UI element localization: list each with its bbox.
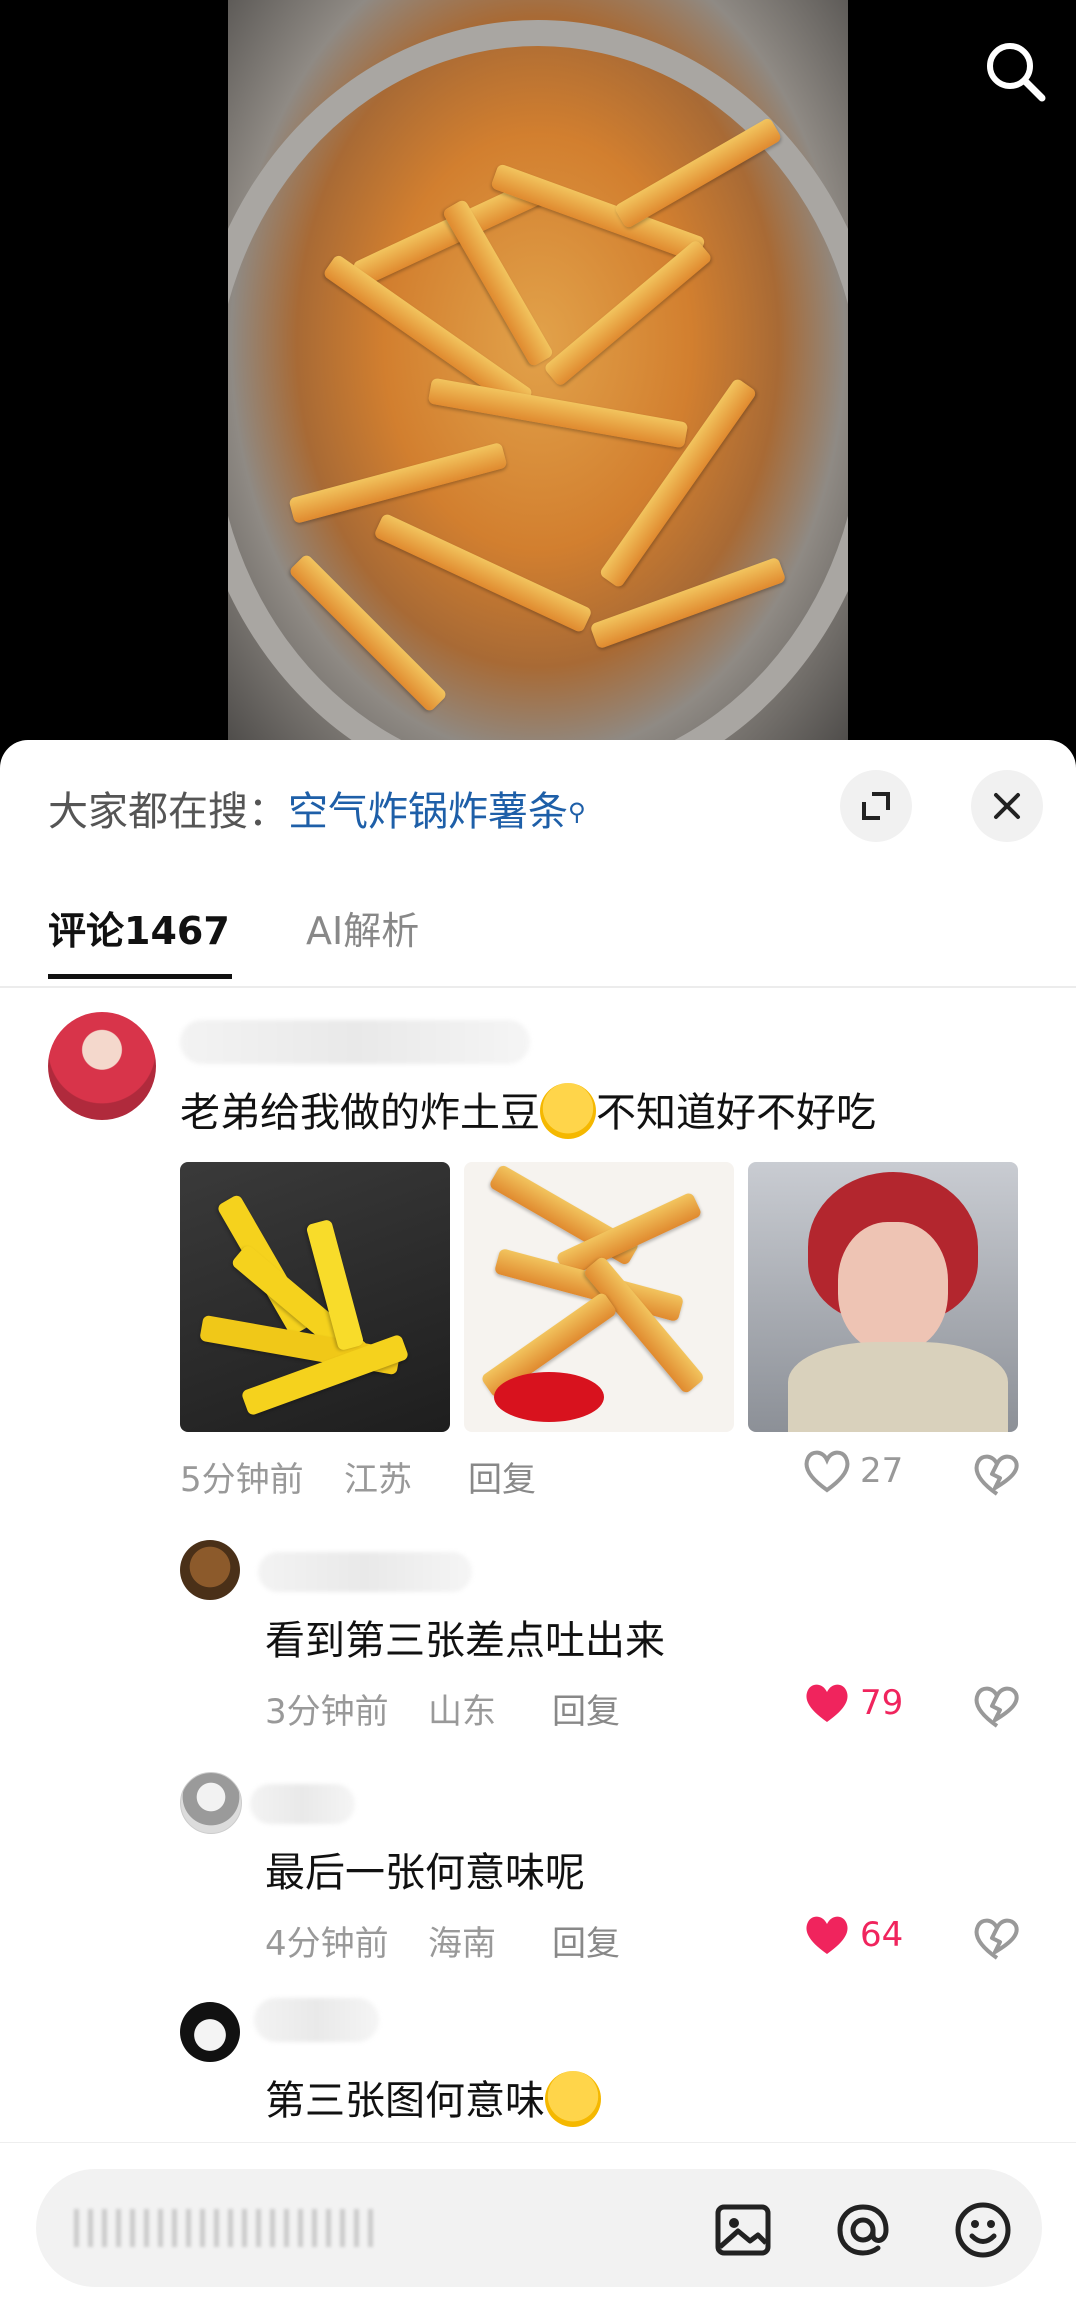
emoji-icon[interactable]	[948, 2195, 1018, 2265]
username-blurred[interactable]	[254, 1998, 379, 2042]
heart-icon	[804, 1450, 850, 1493]
trending-search: 大家都在搜：空气炸锅炸薯条⚲	[48, 782, 586, 842]
comment-location: 江苏	[344, 1460, 412, 1500]
crying-emoji-icon	[545, 2071, 601, 2127]
heart-icon	[806, 1916, 848, 1954]
like-button[interactable]: 79	[802, 1680, 903, 1726]
like-button[interactable]: 64	[802, 1912, 903, 1958]
reply-time: 4分钟前	[265, 1924, 389, 1964]
close-button[interactable]	[971, 770, 1043, 842]
trending-search-keyword[interactable]: 空气炸锅炸薯条	[288, 789, 568, 835]
avatar[interactable]	[180, 1540, 240, 1600]
reply-location: 海南	[428, 1924, 496, 1964]
comment-input-bar	[0, 2142, 1076, 2313]
username-blurred[interactable]	[180, 1020, 530, 1064]
comment-image-fries-pan[interactable]	[180, 1162, 450, 1432]
like-count: 64	[860, 1915, 904, 1955]
username-blurred[interactable]	[258, 1552, 472, 1592]
tab-underline	[48, 974, 232, 979]
trending-search-prefix: 大家都在搜：	[48, 789, 288, 835]
broken-heart-icon[interactable]	[972, 1450, 1022, 1500]
reply-location: 山东	[428, 1692, 496, 1732]
at-icon[interactable]	[828, 2195, 898, 2265]
like-count: 79	[860, 1683, 904, 1723]
reply-button[interactable]: 回复	[468, 1452, 536, 1501]
image-icon[interactable]	[708, 2195, 778, 2265]
like-button[interactable]: 27	[802, 1448, 903, 1494]
comment-text: 老弟给我做的炸土豆 不知道好不好吃	[180, 1080, 876, 1143]
reply-time: 3分钟前	[265, 1692, 389, 1732]
like-count: 27	[860, 1451, 904, 1491]
comment-time: 5分钟前	[180, 1460, 304, 1500]
avatar[interactable]	[180, 1772, 242, 1834]
divider	[0, 986, 1076, 988]
comment-sheet: 大家都在搜：空气炸锅炸薯条⚲ 评论1467 AI解析 老弟给我做的炸土豆 不知道好…	[0, 740, 1076, 2312]
expand-icon	[862, 792, 890, 820]
reply-text: 第三张图何意味	[265, 2068, 601, 2131]
video-player[interactable]	[0, 0, 1076, 760]
expand-button[interactable]	[840, 770, 912, 842]
input-placeholder-blurred	[74, 2209, 374, 2247]
username-blurred[interactable]	[250, 1784, 355, 1824]
tab-comments[interactable]: 评论1467	[48, 900, 230, 955]
reply-text: 最后一张何意味呢	[265, 1850, 585, 1896]
reply-button[interactable]: 回复	[552, 1684, 620, 1733]
video-frame-fries	[228, 0, 848, 760]
tab-ai-analysis[interactable]: AI解析	[306, 900, 419, 955]
avatar[interactable]	[180, 2002, 240, 2062]
reply-text: 看到第三张差点吐出来	[265, 1618, 665, 1664]
heart-icon	[806, 1684, 848, 1722]
pleading-emoji-icon	[540, 1083, 596, 1139]
small-search-icon: ⚲	[568, 798, 586, 826]
close-icon	[994, 793, 1020, 819]
avatar[interactable]	[48, 1012, 156, 1120]
broken-heart-icon[interactable]	[972, 1682, 1022, 1732]
search-icon[interactable]	[980, 36, 1050, 106]
broken-heart-icon[interactable]	[972, 1914, 1022, 1964]
comment-image-fries-plate[interactable]	[464, 1162, 734, 1432]
comment-image-selfie[interactable]	[748, 1162, 1018, 1432]
reply-button[interactable]: 回复	[552, 1916, 620, 1965]
